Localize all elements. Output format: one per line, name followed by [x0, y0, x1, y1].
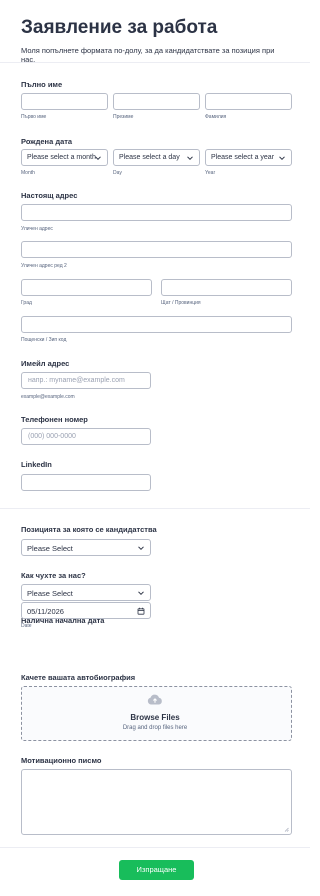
submit-button[interactable]: Изпращане: [119, 860, 194, 880]
city-sublabel: Град: [21, 300, 32, 306]
source-label: Как чухте за нас?: [21, 571, 86, 580]
state-input[interactable]: [161, 279, 292, 296]
start-date-sublabel: Date: [21, 623, 32, 629]
phone-label: Телефонен номер: [21, 415, 88, 424]
header-divider: [0, 62, 310, 63]
birth-date-label: Рождена дата: [21, 137, 73, 146]
street-address-2-input[interactable]: [21, 241, 292, 258]
position-value: Please Select: [27, 544, 73, 553]
chevron-down-icon: [138, 546, 144, 551]
phone-input[interactable]: (000) 000-0000: [21, 428, 151, 445]
middle-name-sublabel: Презиме: [113, 114, 134, 120]
first-name-input[interactable]: [21, 93, 108, 110]
birth-day-select[interactable]: Please select a day: [113, 149, 200, 166]
start-date-input[interactable]: 05/11/2026: [21, 602, 151, 619]
browse-files-link[interactable]: Browse Files: [0, 713, 310, 722]
cover-letter-textarea[interactable]: [21, 769, 292, 835]
section-divider: [0, 508, 310, 509]
email-input[interactable]: напр.: myname@example.com: [21, 372, 151, 389]
position-label: Позицията за която се кандидатства: [21, 525, 157, 534]
email-sublabel: example@example.com: [21, 394, 75, 400]
birth-month-select[interactable]: Please select a month: [21, 149, 108, 166]
chevron-down-icon: [95, 156, 101, 161]
middle-name-input[interactable]: [113, 93, 200, 110]
zip-sublabel: Пощенски / Зип код: [21, 337, 67, 343]
address-label: Настоящ адрес: [21, 191, 78, 200]
calendar-icon[interactable]: [137, 607, 145, 615]
zip-input[interactable]: [21, 316, 292, 333]
birth-day-value: Please select a day: [119, 154, 180, 161]
source-value: Please Select: [27, 589, 73, 598]
form-header: Заявление за работа Моля попълнете форма…: [0, 0, 310, 64]
street-address-2-sublabel: Уличен адрес ред 2: [21, 263, 67, 269]
linkedin-input[interactable]: [21, 474, 151, 491]
phone-placeholder: (000) 000-0000: [28, 433, 76, 440]
email-label: Имейл адрес: [21, 359, 70, 368]
chevron-down-icon: [138, 591, 144, 596]
application-form: Заявление за работа Моля попълнете форма…: [0, 0, 310, 896]
cover-letter-label: Мотивационно писмо: [21, 756, 102, 765]
start-date-value: 05/11/2026: [27, 607, 64, 616]
month-sublabel: Month: [21, 170, 35, 176]
city-input[interactable]: [21, 279, 152, 296]
street-address-input[interactable]: [21, 204, 292, 221]
position-select[interactable]: Please Select: [21, 539, 151, 556]
email-placeholder: напр.: myname@example.com: [28, 377, 125, 384]
source-select[interactable]: Please Select: [21, 584, 151, 601]
full-name-label: Пълно име: [21, 80, 63, 89]
resume-label: Качете вашата автобиография: [21, 673, 136, 682]
form-title: Заявление за работа: [21, 17, 218, 38]
last-name-sublabel: Фамилия: [205, 114, 227, 120]
street-address-sublabel: Уличен адрес: [21, 226, 53, 232]
first-name-sublabel: Първо име: [21, 114, 47, 120]
birth-year-value: Please select a year: [211, 154, 275, 161]
day-sublabel: Day: [113, 170, 122, 176]
resize-handle-icon[interactable]: [284, 827, 289, 832]
state-sublabel: Щат / Провинция: [161, 300, 201, 306]
birth-year-select[interactable]: Please select a year: [205, 149, 292, 166]
birth-month-value: Please select a month: [27, 154, 96, 161]
chevron-down-icon: [187, 156, 193, 161]
footer-divider: [0, 847, 310, 848]
chevron-down-icon: [279, 156, 285, 161]
drag-drop-hint: Drag and drop files here: [122, 725, 188, 731]
linkedin-label: LinkedIn: [21, 460, 52, 469]
last-name-input[interactable]: [205, 93, 292, 110]
cloud-upload-icon: [147, 694, 162, 705]
year-sublabel: Year: [205, 170, 216, 176]
